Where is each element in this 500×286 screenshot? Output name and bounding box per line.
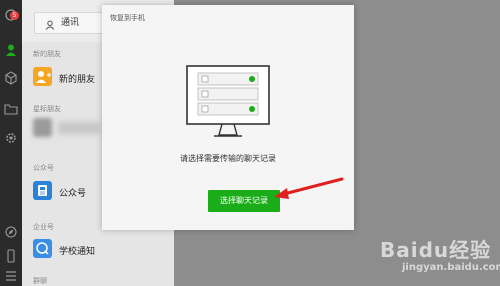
contacts-icon[interactable] — [0, 42, 22, 58]
monitor-illustration-icon — [186, 65, 270, 145]
compass-icon[interactable] — [0, 224, 22, 240]
left-nav-bar: 5 — [0, 0, 22, 286]
new-friend-avatar-icon — [33, 67, 52, 86]
person-icon — [45, 18, 55, 38]
list-item-label: 公众号 — [59, 189, 87, 199]
section-starred: 星标朋友 — [33, 105, 61, 113]
watermark: Baidu经验 — [380, 238, 492, 262]
chat-unread-badge: 5 — [10, 11, 19, 20]
cube-icon[interactable] — [0, 70, 22, 86]
menu-icon[interactable] — [0, 268, 22, 284]
avatar — [33, 118, 52, 137]
gear-icon[interactable] — [0, 130, 22, 146]
school-notice-icon — [33, 239, 52, 258]
folder-icon[interactable] — [0, 101, 22, 117]
phone-icon[interactable] — [0, 248, 22, 264]
dialog-prompt: 请选择需要传输的聊天记录 — [180, 154, 276, 163]
dialog-title: 恢复到手机 — [110, 14, 145, 22]
section-groups: 群聊 — [33, 277, 47, 285]
official-account-icon — [33, 181, 52, 200]
list-item-school-notice[interactable]: 学校通知 — [22, 230, 174, 268]
list-item-label: 学校通知 — [59, 247, 96, 257]
address-book-label: 通讯 — [61, 18, 80, 28]
list-item-label: 新的朋友 — [59, 75, 96, 85]
watermark-url: jingyan.baidu.com — [402, 262, 500, 273]
annotation-arrow-icon — [274, 177, 344, 199]
blurred-contact-name — [58, 122, 100, 134]
